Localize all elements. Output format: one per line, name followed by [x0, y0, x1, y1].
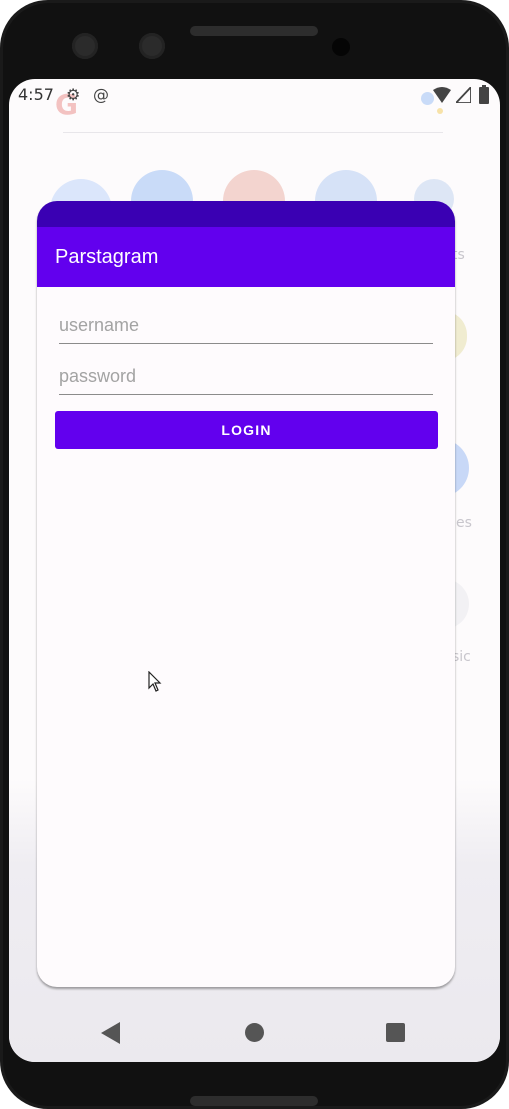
device-screen: G ts es sic 4:57 ⚙ @ Parstagram username…: [9, 79, 500, 1062]
battery-icon: [479, 85, 489, 104]
password-field: [59, 360, 433, 395]
camera-right: [139, 33, 165, 59]
status-time: 4:57: [18, 85, 54, 104]
app-title: Parstagram: [55, 246, 159, 268]
faint-label-es: es: [456, 515, 472, 531]
top-speaker: [190, 26, 318, 36]
camera-left: [72, 33, 98, 59]
bottom-speaker: [190, 1096, 318, 1106]
home-icon[interactable]: [245, 1023, 264, 1042]
at-sign-icon: @: [93, 85, 109, 104]
back-icon[interactable]: [101, 1022, 120, 1044]
phone-frame: G ts es sic 4:57 ⚙ @ Parstagram username…: [0, 0, 509, 1109]
gear-icon: ⚙: [66, 85, 81, 104]
mouse-cursor-icon: [148, 671, 162, 692]
recents-icon[interactable]: [386, 1023, 405, 1042]
signal-icon: [456, 87, 471, 103]
password-input[interactable]: [59, 360, 433, 392]
wifi-icon: [433, 87, 451, 103]
username-input[interactable]: [59, 309, 433, 341]
front-sensor: [332, 38, 350, 56]
app-status-strip: [37, 201, 455, 227]
login-button[interactable]: LOGIN: [55, 411, 438, 449]
navigation-bar: [9, 1004, 500, 1062]
status-bar: 4:57 ⚙ @: [9, 79, 500, 109]
search-bar-line: [63, 132, 443, 133]
username-field: [59, 309, 433, 344]
app-toolbar: Parstagram: [37, 227, 455, 287]
app-window: Parstagram LOGIN: [37, 201, 455, 987]
